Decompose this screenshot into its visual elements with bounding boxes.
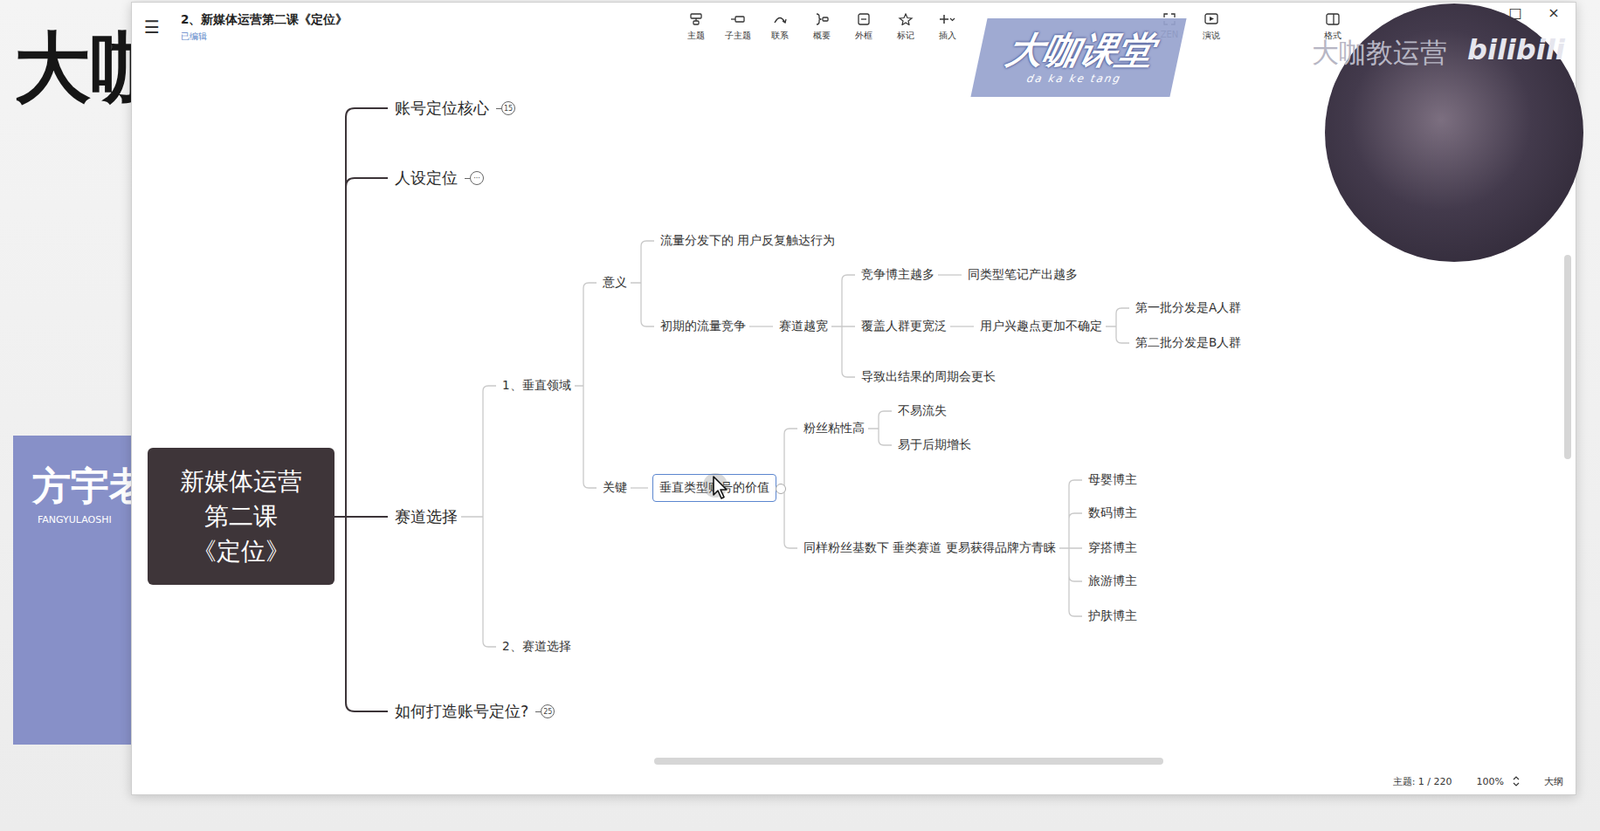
tool-icon (772, 13, 788, 26)
topic-node[interactable]: 同类型笔记产出越多 (965, 265, 1080, 285)
tool-icon (813, 13, 830, 26)
toolbar-button[interactable]: 标记 (884, 13, 927, 42)
topic-node[interactable]: 1、垂直领域 (500, 376, 573, 396)
topic-node[interactable]: 穿搭博主 (1086, 538, 1139, 559)
collapsed-badge[interactable]: ··· (464, 171, 484, 186)
topic-node[interactable]: 数码博主 (1086, 503, 1139, 524)
horizontal-scrollbar[interactable] (144, 758, 1560, 766)
stepper-icon[interactable] (1512, 775, 1520, 788)
channel-watermark: 大咖教运营 (1311, 34, 1448, 72)
topic-node[interactable]: 初期的流量竞争 (658, 317, 748, 337)
cursor-icon (711, 475, 730, 501)
panel-title: 方宇老 (32, 465, 145, 508)
toolbar-button[interactable]: 子主题 (717, 13, 759, 42)
topic-node[interactable]: 人设定位 ··· (393, 165, 486, 191)
toolbar: 主题 子主题 联系 概要 外框 标记 插入 (675, 13, 969, 42)
tool-icon (688, 13, 704, 26)
topic-node[interactable]: 赛道越宽 (777, 317, 830, 337)
toolbar-button[interactable]: 演说 (1190, 13, 1233, 42)
connector (630, 487, 649, 489)
topic-node[interactable]: 覆盖人群更宽泛 (859, 317, 949, 337)
toolbar-button[interactable]: 插入 (926, 13, 969, 42)
connector (950, 325, 974, 327)
connector (630, 241, 655, 327)
document-title: 2、新媒体运营第二课《定位》 (180, 12, 348, 28)
toolbar-button[interactable]: 外框 (842, 13, 885, 42)
tool-icon (730, 13, 746, 26)
slide-panel: 方宇老 FANGYULAOSHI (13, 435, 145, 745)
topic-node[interactable]: 易于后期增长 (896, 435, 973, 456)
tool-icon (855, 13, 872, 26)
topic-node[interactable]: 账号定位核心 15 (393, 96, 518, 121)
topic-node[interactable]: 旅游博主 (1086, 572, 1139, 592)
topic-node[interactable]: 用户兴趣点更加不确定 (978, 317, 1104, 337)
outline-button[interactable]: 大纲 (1544, 775, 1564, 789)
panel-subtitle: FANGYULAOSHI (32, 514, 145, 526)
connector (868, 411, 892, 446)
topic-node[interactable]: 粉丝粘性高 (801, 419, 867, 439)
connector (831, 275, 856, 378)
window-control[interactable]: × (1540, 4, 1567, 21)
topic-node[interactable]: 意义 (600, 273, 629, 293)
topic-node[interactable]: 母婴博主 (1086, 470, 1139, 490)
collapsed-badge[interactable]: 25 (535, 704, 555, 719)
connector (574, 282, 597, 489)
connector (1105, 308, 1130, 344)
menu-button[interactable]: ☰ (144, 16, 164, 38)
connector (937, 274, 962, 276)
topic-node[interactable]: 第一批分发是A人群 (1133, 298, 1243, 318)
topic-node[interactable]: 2、赛道选择 (500, 637, 573, 657)
edit-status: 已编辑 (180, 30, 348, 43)
topic-node[interactable]: 护肤博主 (1086, 606, 1139, 627)
connector (1059, 480, 1083, 617)
tool-icon (897, 13, 914, 26)
zoom-level[interactable]: 100% (1476, 775, 1520, 788)
site-watermark: bilibili (1467, 33, 1566, 67)
connector (461, 386, 497, 648)
panel-icon (1324, 13, 1341, 26)
video-frame: 大咖 方宇老 FANGYULAOSHI ☰ 2、新媒体运营第二课《定位》 已编辑… (0, 0, 1600, 831)
tool-icon (939, 13, 956, 26)
toolbar-button[interactable]: 联系 (758, 13, 801, 42)
connector (749, 325, 773, 327)
present-icon (1203, 13, 1220, 26)
topic-count: 主题: 1 / 220 (1393, 775, 1453, 789)
topic-node[interactable]: 流量分发下的 用户反复触达行为 (658, 231, 837, 251)
toolbar-button[interactable]: 概要 (800, 13, 843, 42)
toolbar-button[interactable]: 主题 (675, 13, 718, 42)
topic-node[interactable]: 关键 (600, 478, 629, 498)
central-topic[interactable]: 新媒体运营第二课《定位》 (147, 448, 335, 586)
topic-node[interactable]: 同样粉丝基数下 垂类赛道 更易获得品牌方青睐 (801, 538, 1058, 559)
topic-node[interactable]: 导致出结果的周期会更长 (859, 367, 998, 387)
topic-node[interactable]: 如何打造账号定位? 25 (393, 699, 557, 725)
topic-node[interactable]: 赛道选择 (393, 504, 460, 530)
connector (334, 108, 388, 712)
fold-toggle[interactable] (775, 483, 787, 495)
topic-node[interactable]: 第二批分发是B人群 (1133, 333, 1243, 353)
topic-node[interactable]: 不易流失 (896, 401, 949, 421)
topic-node[interactable]: 竞争博主越多 (859, 265, 937, 285)
watermark-logo: 大咖课堂 da ka ke tang (970, 18, 1187, 97)
status-bar: 主题: 1 / 220 100% 大纲 (131, 768, 1576, 795)
collapsed-badge[interactable]: 15 (496, 101, 516, 116)
